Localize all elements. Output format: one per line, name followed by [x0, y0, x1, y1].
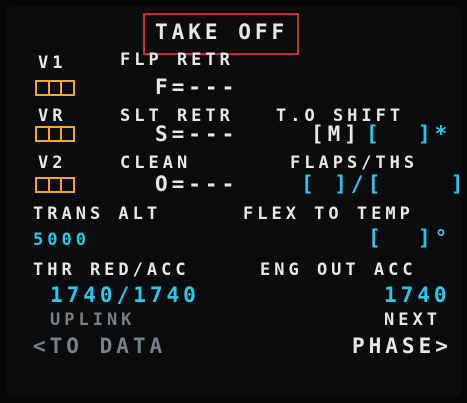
next-phase-button[interactable]: PHASE> — [352, 336, 452, 357]
thr-red-acc-value[interactable]: 1740/1740 — [50, 285, 200, 306]
eng-out-acc-label: ENG OUT ACC — [260, 260, 417, 280]
mcdu-screen: TAKE OFF V1 FLP RETR F=--- VR SLT RETR T… — [0, 0, 467, 403]
trans-alt-label: TRANS ALT — [33, 204, 162, 224]
uplink-to-data-button[interactable]: <TO DATA — [33, 336, 166, 357]
flaps-ths-field[interactable]: [ ]/[ ] — [301, 174, 467, 195]
flex-to-temp-field-open[interactable]: [ — [368, 228, 385, 249]
slt-retr-value: S=--- — [155, 122, 239, 146]
clean-value: O=--- — [155, 172, 239, 196]
to-shift-field-close[interactable]: ]* — [418, 124, 451, 145]
v2-label: V2 — [38, 153, 67, 173]
thr-red-acc-label: THR RED/ACC — [33, 260, 190, 280]
flp-retr-label: FLP RETR — [120, 50, 234, 70]
trans-alt-value[interactable]: 5000 — [33, 232, 90, 249]
flaps-ths-label: FLAPS/THS — [290, 153, 419, 173]
v1-field[interactable] — [35, 80, 75, 96]
page-title: TAKE OFF — [155, 20, 289, 44]
flex-to-temp-label: FLEX TO TEMP — [243, 204, 414, 224]
next-phase-label: NEXT — [384, 310, 441, 330]
vr-field[interactable] — [35, 126, 75, 142]
vr-label: VR — [38, 106, 67, 126]
to-shift-unit: [M] — [311, 122, 361, 146]
v1-label: V1 — [38, 53, 67, 73]
v2-field[interactable] — [35, 177, 75, 193]
to-shift-field-open[interactable]: [ — [366, 124, 383, 145]
flp-retr-value: F=--- — [155, 75, 239, 99]
clean-label: CLEAN — [120, 153, 192, 173]
flex-to-temp-field-close[interactable]: ]° — [418, 228, 451, 249]
eng-out-acc-value[interactable]: 1740 — [384, 285, 451, 306]
uplink-label: UPLINK — [50, 310, 136, 330]
